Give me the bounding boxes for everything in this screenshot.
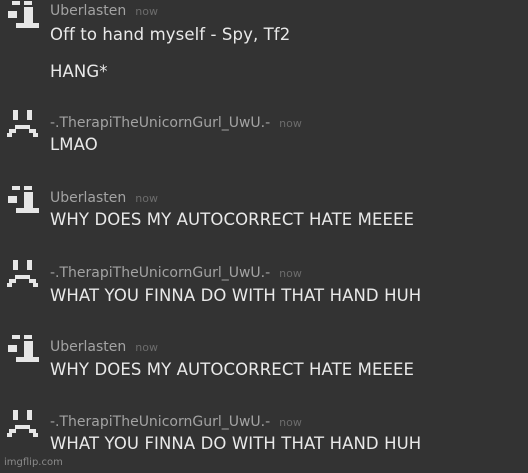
message-header: -.TherapiTheUnicornGurl_UwU.- now	[50, 262, 302, 281]
message-text: Off to hand myself - Spy, Tf2	[50, 25, 291, 44]
timestamp: now	[135, 5, 158, 18]
timestamp: now	[279, 117, 302, 130]
author-name[interactable]: -.TherapiTheUnicornGurl_UwU.-	[50, 414, 270, 430]
message-text: WHY DOES MY AUTOCORRECT HATE MEEEE	[50, 360, 415, 379]
message-text: HANG*	[50, 62, 108, 81]
message-text: WHY DOES MY AUTOCORRECT HATE MEEEE	[50, 210, 415, 229]
timestamp: now	[279, 416, 302, 429]
message-text: WHAT YOU FINNA DO WITH THAT HAND HUH	[50, 434, 422, 453]
robot-avatar-icon[interactable]	[7, 186, 39, 214]
author-name[interactable]: -.TherapiTheUnicornGurl_UwU.-	[50, 265, 270, 281]
message-text: LMAO	[50, 135, 98, 154]
author-name[interactable]: Uberlasten	[50, 190, 126, 206]
sad-face-avatar-icon[interactable]	[7, 110, 39, 138]
message-header: Uberlasten now	[50, 336, 158, 355]
sad-face-avatar-icon[interactable]	[7, 410, 39, 438]
author-name[interactable]: Uberlasten	[50, 339, 126, 355]
timestamp: now	[135, 341, 158, 354]
robot-avatar-icon[interactable]	[7, 1, 39, 29]
message-header: Uberlasten now	[50, 0, 158, 19]
robot-avatar-icon[interactable]	[7, 335, 39, 363]
imgflip-watermark: imgflip.com	[4, 457, 63, 468]
timestamp: now	[279, 267, 302, 280]
timestamp: now	[135, 192, 158, 205]
author-name[interactable]: -.TherapiTheUnicornGurl_UwU.-	[50, 115, 270, 131]
message-header: -.TherapiTheUnicornGurl_UwU.- now	[50, 112, 302, 131]
author-name[interactable]: Uberlasten	[50, 3, 126, 19]
message-header: -.TherapiTheUnicornGurl_UwU.- now	[50, 411, 302, 430]
message-text: WHAT YOU FINNA DO WITH THAT HAND HUH	[50, 286, 422, 305]
message-header: Uberlasten now	[50, 187, 158, 206]
sad-face-avatar-icon[interactable]	[7, 260, 39, 288]
